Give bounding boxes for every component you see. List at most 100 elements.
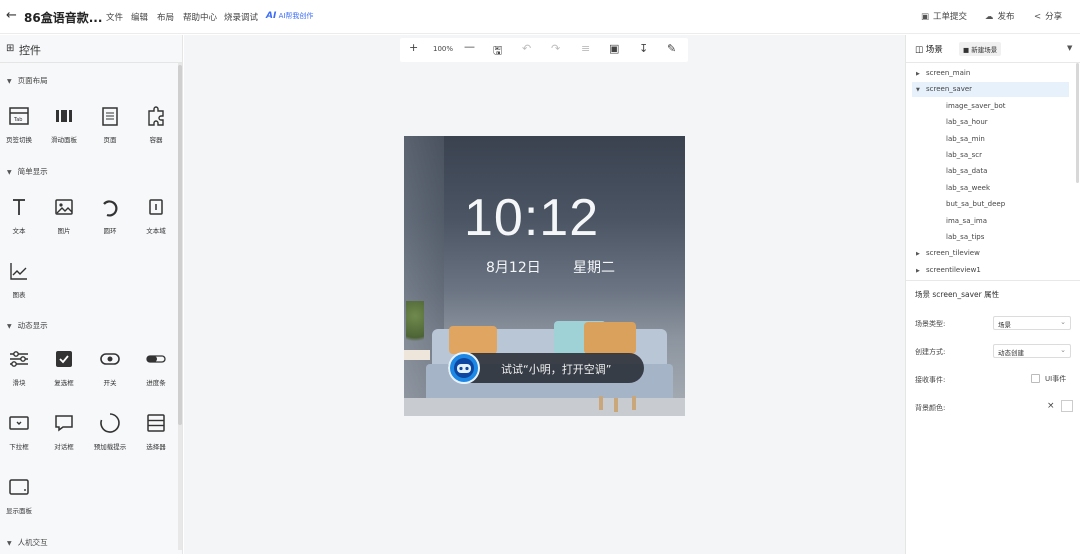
tree-scrollbar[interactable] xyxy=(1076,63,1079,183)
widget-label: 文本 xyxy=(12,227,26,235)
widget-selector[interactable]: 选择器 xyxy=(134,412,178,451)
slider-icon xyxy=(10,351,28,367)
pen-icon[interactable]: ✎ xyxy=(667,42,676,55)
puzzle-icon xyxy=(148,106,164,126)
widget-label: 开关 xyxy=(103,379,117,387)
tree-item[interactable]: ima_sa_ima xyxy=(912,214,1069,229)
section-dynamic-display-label: 动态显示 xyxy=(17,321,48,330)
tree-item[interactable]: ▶ screentileview1 xyxy=(912,263,1069,278)
caret-right-icon[interactable]: ▶ xyxy=(912,268,926,274)
tree-item-label: lab_sa_week xyxy=(946,183,991,192)
section-simple-display[interactable]: ▼ 简单显示 xyxy=(7,166,48,177)
menu-layout[interactable]: 布局 xyxy=(157,11,174,23)
tree-item[interactable]: ▶ screen_tileview xyxy=(912,246,1069,261)
tree-item[interactable]: lab_sa_data xyxy=(912,164,1069,179)
week-label[interactable]: 星期二 xyxy=(573,257,615,277)
save-icon[interactable]: 🖫 xyxy=(493,42,502,61)
tree-item-label: lab_sa_hour xyxy=(946,118,988,127)
ai-create-label: AI帮我创作 xyxy=(278,12,314,20)
widget-text[interactable]: 文本 xyxy=(0,196,41,235)
widget-display-panel[interactable]: 显示面板 xyxy=(0,476,41,515)
widget-image[interactable]: 图片 xyxy=(42,196,86,235)
text-icon xyxy=(13,199,25,215)
plus-icon[interactable]: + xyxy=(409,41,418,54)
widget-preload-hint[interactable]: 预加载提示 xyxy=(88,412,132,451)
tree-item[interactable]: lab_sa_min xyxy=(912,132,1069,147)
section-hmi-label: 人机交互 xyxy=(17,538,48,547)
tree-item[interactable]: lab_sa_scr xyxy=(912,148,1069,163)
clear-color-icon[interactable]: × xyxy=(1047,401,1055,411)
menu-edit[interactable]: 编辑 xyxy=(131,11,148,23)
widget-checkbox[interactable]: 复选框 xyxy=(42,348,86,387)
share-button[interactable]: < 分享 xyxy=(1034,10,1062,22)
tree-item-label: screen_saver xyxy=(926,85,973,94)
screen-preview[interactable]: 10:12 8月12日 星期二 试试“小明，打开空调” xyxy=(404,136,685,416)
scene-tab[interactable]: ◫ 场景 xyxy=(915,43,943,55)
plant-decoration xyxy=(406,301,424,351)
minus-icon[interactable]: — xyxy=(464,40,475,53)
menu-burn-debug[interactable]: 烧录调试 xyxy=(224,11,258,23)
back-arrow-icon[interactable]: ← xyxy=(6,8,17,23)
align-icon[interactable]: ≡ xyxy=(581,42,590,55)
dropdown-icon xyxy=(9,416,29,430)
time-label[interactable]: 10:12 xyxy=(464,188,599,248)
widget-arc[interactable]: 圆环 xyxy=(88,196,132,235)
undo-icon[interactable]: ↶ xyxy=(522,42,531,55)
widget-slider[interactable]: 滑块 xyxy=(0,348,41,387)
widget-tab-switch[interactable]: Tab 页签切换 xyxy=(0,105,41,144)
scene-type-value: 场景 xyxy=(998,321,1011,329)
widget-textarea[interactable]: 文本域 xyxy=(134,196,178,235)
redo-icon[interactable]: ↷ xyxy=(551,42,560,55)
tree-item[interactable]: lab_sa_hour xyxy=(912,115,1069,130)
image-icon xyxy=(55,199,73,215)
top-bar: ← 86盒语音款... 文件 编辑 布局 帮助中心 烧录调试 AI AI帮我创作… xyxy=(0,0,1080,34)
ai-create-button[interactable]: AI AI帮我创作 xyxy=(266,11,313,21)
ticket-submit-button[interactable]: ▣ 工单提交 xyxy=(921,10,967,22)
scene-type-select[interactable]: 场景 ⌄ xyxy=(993,316,1071,330)
caret-right-icon[interactable]: ▶ xyxy=(912,251,926,257)
section-dynamic-display[interactable]: ▼ 动态显示 xyxy=(7,320,48,331)
tree-item[interactable]: but_sa_but_deep xyxy=(912,197,1069,212)
tree-item[interactable]: ▼ screen_saver xyxy=(912,82,1069,98)
section-page-layout[interactable]: ▼ 页面布局 xyxy=(7,75,48,86)
caret-down-icon[interactable]: ▼ xyxy=(1067,44,1072,52)
tree-item[interactable]: lab_sa_tips xyxy=(912,230,1069,245)
create-mode-select[interactable]: 动态创建 ⌄ xyxy=(993,344,1071,358)
widget-label: 容器 xyxy=(149,136,163,144)
create-mode-value: 动态创建 xyxy=(998,349,1024,357)
create-mode-label: 创建方式: xyxy=(915,348,946,356)
list-selector-icon xyxy=(147,414,165,432)
voice-tips-text[interactable]: 试试“小明，打开空调” xyxy=(501,361,611,377)
bg-color-swatch[interactable] xyxy=(1061,400,1073,412)
new-scene-button[interactable]: ■ 新建场景 xyxy=(959,42,1002,56)
caret-down-icon[interactable]: ▼ xyxy=(912,87,926,93)
tree-item[interactable]: ▶ screen_main xyxy=(912,66,1069,81)
import-icon[interactable]: ▣ xyxy=(609,42,619,55)
publish-button[interactable]: ☁ 发布 xyxy=(985,10,1015,22)
section-hmi[interactable]: ▼ 人机交互 xyxy=(7,537,48,548)
widget-progress-bar[interactable]: 进度条 xyxy=(134,348,178,387)
cushion-decoration xyxy=(449,326,497,354)
chevron-down-icon: ⌄ xyxy=(1060,346,1066,354)
tree-item-label: lab_sa_min xyxy=(946,134,985,143)
widget-dropdown[interactable]: 下拉框 xyxy=(0,412,41,451)
widget-container[interactable]: 容器 xyxy=(134,105,178,144)
widget-chart[interactable]: 图表 xyxy=(0,260,41,299)
widget-page[interactable]: 页面 xyxy=(88,105,132,144)
widget-dialog[interactable]: 对话框 xyxy=(42,412,86,451)
menu-file[interactable]: 文件 xyxy=(106,11,123,23)
caret-right-icon[interactable]: ▶ xyxy=(912,71,926,77)
left-scrollbar-thumb[interactable] xyxy=(178,65,182,425)
tree-item[interactable]: image_saver_bot xyxy=(912,99,1069,114)
tree-item[interactable]: lab_sa_week xyxy=(912,181,1069,196)
tree-item-label: but_sa_but_deep xyxy=(946,200,1006,209)
widget-slide-panel[interactable]: 滑动面板 xyxy=(42,105,86,144)
download-icon[interactable]: ↧ xyxy=(639,42,648,55)
date-label[interactable]: 8月12日 xyxy=(486,257,541,277)
spinner-icon xyxy=(100,413,120,433)
ui-event-checkbox[interactable] xyxy=(1031,374,1040,383)
widget-switch[interactable]: 开关 xyxy=(88,348,132,387)
widget-label: 显示面板 xyxy=(6,507,32,515)
menu-help-center[interactable]: 帮助中心 xyxy=(183,11,217,23)
robot-assistant-icon[interactable] xyxy=(448,352,480,384)
